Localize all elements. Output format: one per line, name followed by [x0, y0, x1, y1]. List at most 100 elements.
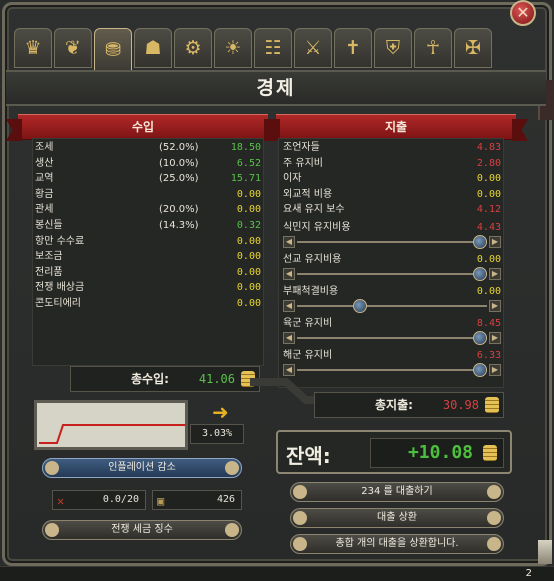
flag-cross-icon: ✠	[465, 37, 481, 59]
decrease-arrow-icon[interactable]: ◀	[283, 364, 295, 376]
expense-label: 외교적 비용	[283, 188, 333, 200]
increase-arrow-icon[interactable]: ▶	[489, 236, 501, 248]
tab-bar: ♛ ❦ ⛃ ☗ ⚙ ☀ ☷ ⚔ ✝ ⛨ ☥ ✠	[14, 28, 544, 72]
slider-knob[interactable]	[473, 363, 487, 377]
income-row: 항만 수수료 0.00	[33, 235, 265, 249]
inflation-line	[39, 424, 185, 444]
expense-row: 선교 유지비용 0.00	[279, 253, 505, 267]
income-label: 콘도티에리	[35, 298, 81, 309]
tab-flag-cross[interactable]: ✠	[454, 28, 492, 68]
slider-knob[interactable]	[473, 235, 487, 249]
decrease-arrow-icon[interactable]: ◀	[283, 268, 295, 280]
tab-shield[interactable]: ⛨	[374, 28, 412, 68]
expense-list: 조언자들 4.83 주 유지비 2.80 이자 0.00 외교적 비용 0.00 요새 유지 보…	[278, 138, 504, 388]
inflation-value: 3.03%	[190, 424, 244, 444]
income-row: 콘도티에리 0.00	[33, 297, 265, 311]
tab-arms[interactable]: ⚔	[294, 28, 332, 68]
expense-value: 0.00	[476, 188, 501, 200]
tab-crown[interactable]: ♛	[14, 28, 52, 68]
button-cap	[293, 485, 307, 499]
button-cap	[225, 523, 239, 537]
slider-track	[297, 305, 487, 307]
tab-cross[interactable]: ✝	[334, 28, 372, 68]
balance-value: +10.08	[407, 442, 473, 463]
income-row: 교역 (25.0%) 15.71	[33, 172, 265, 186]
shield-icon: ⛨	[385, 37, 401, 59]
button-cap	[487, 511, 501, 525]
decrease-arrow-icon[interactable]: ◀	[283, 300, 295, 312]
increase-arrow-icon[interactable]: ▶	[489, 268, 501, 280]
income-value: 0.00	[236, 188, 261, 200]
decrease-arrow-icon[interactable]: ◀	[283, 236, 295, 248]
button-cap	[45, 461, 59, 475]
decrease-arrow-icon[interactable]: ◀	[283, 332, 295, 344]
expense-label: 해군 유지비	[283, 350, 333, 361]
arms-icon: ⚔	[304, 37, 322, 59]
coin-stack-icon	[485, 397, 499, 413]
expense-slider[interactable]: ◀ ▶	[283, 363, 501, 377]
repay-loan-button[interactable]: 대출 상환	[290, 508, 504, 528]
war-tax-label: 전쟁 세금 징수	[111, 524, 173, 535]
income-percent: (14.3%)	[159, 220, 199, 231]
expense-value: 0.00	[476, 286, 501, 297]
map-icon: ▣	[157, 494, 165, 508]
expense-slider[interactable]: ◀ ▶	[283, 267, 501, 281]
slider-knob[interactable]	[473, 331, 487, 345]
war-tax-button[interactable]: 전쟁 세금 징수	[42, 520, 242, 540]
income-row: 보조금 0.00	[33, 250, 265, 264]
tab-lightbulb[interactable]: ☀	[214, 28, 252, 68]
bottom-strip	[0, 566, 554, 581]
tab-royal-crest[interactable]: ☥	[414, 28, 452, 68]
expense-slider[interactable]: ◀ ▶	[283, 299, 501, 313]
income-percent: (10.0%)	[159, 157, 199, 169]
income-value: 0.00	[236, 298, 261, 309]
reduce-inflation-button[interactable]: 인플레이션 감소	[42, 458, 242, 478]
expense-row: 부패척결비용 0.00	[279, 285, 505, 299]
button-cap	[293, 537, 307, 551]
income-label: 조세	[35, 142, 54, 153]
income-row: 생산 (10.0%) 6.52	[33, 157, 265, 171]
expense-total-value: 30.98	[442, 398, 479, 412]
slider-knob[interactable]	[353, 299, 368, 313]
tab-scroll[interactable]: ☷	[254, 28, 292, 68]
income-label: 생산	[35, 157, 54, 169]
income-row: 관세 (20.0%) 0.00	[33, 203, 265, 217]
expense-label: 식민지 유지비용	[283, 222, 351, 233]
expense-row: 외교적 비용 0.00	[279, 188, 505, 202]
slider-knob[interactable]	[473, 267, 487, 281]
close-icon: ✕	[516, 3, 530, 22]
expense-slider[interactable]: ◀ ▶	[283, 235, 501, 249]
corruption-box: ✕ 0.0/20	[52, 490, 146, 510]
button-cap	[225, 461, 239, 475]
income-label: 전리품	[35, 266, 63, 278]
expense-total: 총지출: 30.98	[314, 392, 504, 418]
expense-header: 지출	[276, 114, 516, 140]
tab-gears[interactable]: ⚙	[174, 28, 212, 68]
tab-trade-crate[interactable]: ☗	[134, 28, 172, 68]
royal-crest-icon: ☥	[425, 37, 441, 59]
income-value: 0.00	[236, 204, 261, 216]
increase-arrow-icon[interactable]: ▶	[489, 300, 501, 312]
repay-all-loans-button[interactable]: 총합 개의 대출을 상환합니다.	[290, 534, 504, 554]
increase-arrow-icon[interactable]: ▶	[489, 364, 501, 376]
tab-money-bag[interactable]: ⛃	[94, 28, 132, 72]
gears-icon: ⚙	[184, 37, 202, 59]
expense-value: 4.12	[476, 204, 501, 216]
take-loan-button[interactable]: 234 를 대출하기	[290, 482, 504, 502]
loan-size-box: ▣ 426	[152, 490, 242, 510]
axe-icon: ✕	[57, 494, 65, 508]
increase-arrow-icon[interactable]: ▶	[489, 332, 501, 344]
button-cap	[487, 485, 501, 499]
arrow-right-icon: ➜	[212, 400, 229, 424]
income-percent: (25.0%)	[159, 173, 199, 185]
expense-label: 육군 유지비	[283, 318, 333, 329]
expense-slider[interactable]: ◀ ▶	[283, 331, 501, 345]
page-number: 2	[525, 568, 532, 579]
income-total: 총수입: 41.06	[70, 366, 260, 392]
close-button[interactable]: ✕	[510, 0, 536, 26]
income-label: 교역	[35, 173, 54, 185]
income-row: 전쟁 배상금 0.00	[33, 281, 265, 295]
income-row: 황금 0.00	[33, 188, 265, 202]
expense-row: 조언자들 4.83	[279, 141, 505, 155]
tab-dove[interactable]: ❦	[54, 28, 92, 68]
